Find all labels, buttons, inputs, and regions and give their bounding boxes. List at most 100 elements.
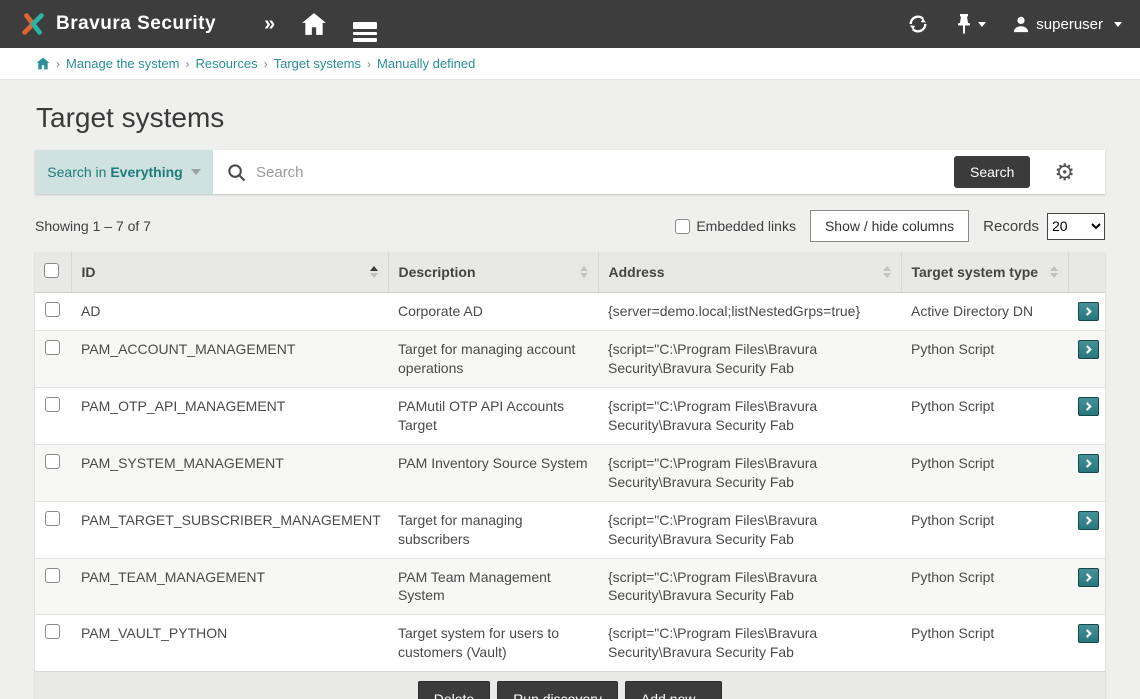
column-header-description[interactable]: Description [388, 252, 598, 292]
table-actions: Delete Run discovery Add new... [35, 671, 1105, 699]
breadcrumb-link[interactable]: Manually defined [377, 56, 475, 71]
row-checkbox[interactable] [45, 454, 60, 469]
open-row-button[interactable] [1078, 454, 1099, 473]
cell-type: Python Script [901, 388, 1068, 445]
home-icon[interactable] [301, 12, 327, 36]
search-panel: Search in Everything Search ⚙ [35, 150, 1105, 194]
sort-icon [1050, 266, 1058, 278]
cell-address: {server=demo.local;listNestedGrps=true} [598, 292, 901, 331]
cell-description: PAMutil OTP API Accounts Target [388, 388, 598, 445]
row-checkbox[interactable] [45, 302, 60, 317]
sort-icon [883, 266, 891, 278]
breadcrumb-link[interactable]: Resources [195, 56, 257, 71]
breadcrumb-separator: › [264, 57, 268, 71]
cell-id: PAM_TEAM_MANAGEMENT [71, 558, 388, 615]
column-header-actions [1068, 252, 1105, 292]
cell-id: PAM_OTP_API_MANAGEMENT [71, 388, 388, 445]
select-all-checkbox[interactable] [44, 263, 59, 278]
table-row[interactable]: PAM_TEAM_MANAGEMENT PAM Team Management … [35, 558, 1105, 615]
embedded-links-checkbox[interactable] [675, 219, 690, 234]
delete-button[interactable]: Delete [418, 681, 490, 699]
page-title: Target systems [36, 102, 1140, 134]
open-row-button[interactable] [1078, 568, 1099, 587]
breadcrumb: › Manage the system › Resources › Target syst… [0, 48, 1140, 80]
row-checkbox[interactable] [45, 340, 60, 355]
open-row-button[interactable] [1078, 511, 1099, 530]
search-box: Search ⚙ [213, 150, 1105, 194]
cell-type: Python Script [901, 501, 1068, 558]
cell-address: {script="C:\Program Files\Bravura Securi… [598, 331, 901, 388]
row-checkbox[interactable] [45, 568, 60, 583]
row-checkbox[interactable] [45, 397, 60, 412]
open-row-button[interactable] [1078, 302, 1099, 321]
chevron-right-icon [1084, 516, 1093, 525]
show-hide-columns-button[interactable]: Show / hide columns [810, 210, 969, 242]
column-header-type[interactable]: Target system type [901, 252, 1068, 292]
cell-type: Python Script [901, 558, 1068, 615]
cell-type: Python Script [901, 444, 1068, 501]
column-header-id[interactable]: ID [71, 252, 388, 292]
column-header-address[interactable]: Address [598, 252, 901, 292]
gear-icon[interactable]: ⚙ [1040, 161, 1091, 184]
cell-id: PAM_VAULT_PYTHON [71, 615, 388, 671]
open-row-button[interactable] [1078, 624, 1099, 643]
row-checkbox[interactable] [45, 624, 60, 639]
search-icon [227, 163, 246, 182]
main-menu-icon[interactable] [353, 19, 377, 29]
records-label: Records [983, 218, 1039, 235]
bravura-logo-icon [18, 9, 48, 39]
cell-description: Target for managing account operations [388, 331, 598, 388]
user-menu[interactable]: superuser [1012, 15, 1122, 33]
table-body: AD Corporate AD {server=demo.local;listN… [35, 292, 1105, 671]
cell-id: PAM_SYSTEM_MANAGEMENT [71, 444, 388, 501]
brand-logo[interactable]: Bravura Security [18, 9, 216, 39]
breadcrumb-link[interactable]: Manage the system [66, 56, 179, 71]
cell-address: {script="C:\Program Files\Bravura Securi… [598, 501, 901, 558]
chevron-right-icon [1084, 307, 1093, 316]
cell-description: PAM Inventory Source System [388, 444, 598, 501]
refresh-icon[interactable] [907, 13, 929, 35]
breadcrumb-separator: › [56, 57, 60, 71]
cell-description: Target system for users to customers (Va… [388, 615, 598, 671]
search-button[interactable]: Search [954, 156, 1030, 188]
target-systems-table: ID Description Address [35, 252, 1105, 699]
table-row[interactable]: PAM_VAULT_PYTHON Target system for users… [35, 615, 1105, 671]
table-row[interactable]: PAM_OTP_API_MANAGEMENT PAMutil OTP API A… [35, 388, 1105, 445]
chevron-right-icon [1084, 459, 1093, 468]
cell-address: {script="C:\Program Files\Bravura Securi… [598, 444, 901, 501]
search-scope-dropdown[interactable]: Search in Everything [35, 150, 213, 194]
breadcrumb-separator: › [367, 57, 371, 71]
user-icon [1012, 15, 1030, 33]
sort-icon [580, 266, 588, 278]
breadcrumb-home-icon[interactable] [36, 57, 50, 70]
search-input[interactable] [256, 164, 944, 181]
top-navbar: Bravura Security » [0, 0, 1140, 48]
cell-id: PAM_ACCOUNT_MANAGEMENT [71, 331, 388, 388]
run-discovery-button[interactable]: Run discovery [497, 681, 618, 699]
row-checkbox[interactable] [45, 511, 60, 526]
table-row[interactable]: PAM_TARGET_SUBSCRIBER_MANAGEMENT Target … [35, 501, 1105, 558]
table-row[interactable]: PAM_SYSTEM_MANAGEMENT PAM Inventory Sour… [35, 444, 1105, 501]
table-row[interactable]: PAM_ACCOUNT_MANAGEMENT Target for managi… [35, 331, 1105, 388]
scope-caret-icon [191, 169, 201, 175]
records-select[interactable]: 20 [1047, 213, 1105, 240]
embedded-links-label: Embedded links [696, 218, 796, 234]
open-row-button[interactable] [1078, 340, 1099, 359]
pin-menu-icon[interactable] [955, 13, 986, 35]
cell-description: Corporate AD [388, 292, 598, 331]
chevron-right-icon [1084, 573, 1093, 582]
collapse-menu-icon[interactable]: » [264, 14, 275, 34]
embedded-links-toggle[interactable]: Embedded links [675, 218, 796, 234]
cell-address: {script="C:\Program Files\Bravura Securi… [598, 388, 901, 445]
cell-type: Active Directory DN [901, 292, 1068, 331]
table-header-row: ID Description Address [35, 252, 1105, 292]
open-row-button[interactable] [1078, 397, 1099, 416]
breadcrumb-link[interactable]: Target systems [274, 56, 361, 71]
add-new-button[interactable]: Add new... [625, 681, 722, 699]
cell-description: PAM Team Management System [388, 558, 598, 615]
scope-prefix: Search in [47, 164, 106, 180]
table-row[interactable]: AD Corporate AD {server=demo.local;listN… [35, 292, 1105, 331]
scope-value: Everything [110, 164, 182, 180]
user-caret-icon [1114, 22, 1122, 27]
table-toolbar: Showing 1 – 7 of 7 Embedded links Show /… [35, 210, 1105, 242]
